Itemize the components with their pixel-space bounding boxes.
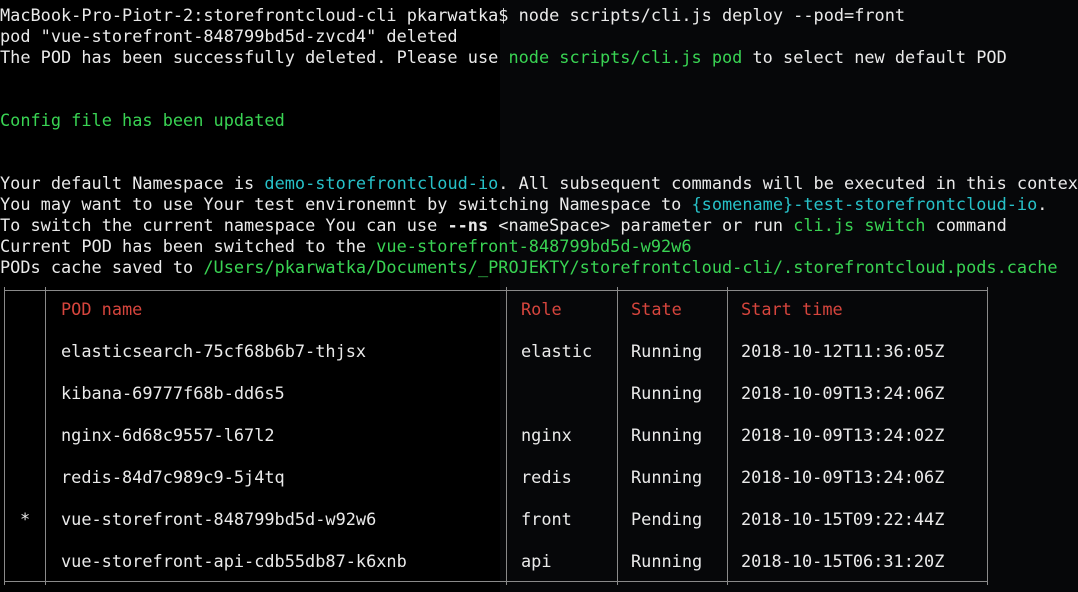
table-bottom-border xyxy=(4,581,988,582)
pod-role: redis xyxy=(521,467,572,487)
pod-deleted-message: pod "vue-storefront-848799bd5d-zvcd4" de… xyxy=(0,26,458,46)
ns-flag: --ns xyxy=(447,215,489,235)
test-env-message: You may want to use Your test environemn… xyxy=(0,194,1048,214)
table-top-border xyxy=(4,290,988,291)
header-role: Role xyxy=(521,299,562,319)
success-message: The POD has been successfully deleted. P… xyxy=(0,47,1007,67)
pod-role: api xyxy=(521,551,552,571)
table-border-role xyxy=(617,287,618,585)
namespace-message: Your default Namespace is demo-storefron… xyxy=(0,173,1078,193)
suggested-command: node scripts/cli.js pod xyxy=(508,47,743,67)
switch-howto-message: To switch the current namespace You can … xyxy=(0,215,1007,235)
pod-state: Running xyxy=(631,467,703,487)
pod-state: Running xyxy=(631,383,703,403)
config-updated-message: Config file has been updated xyxy=(0,110,285,130)
pod-switched-message: Current POD has been switched to the vue… xyxy=(0,236,692,256)
pod-start-time: 2018-10-15T06:31:20Z xyxy=(741,551,945,571)
test-namespace-value: {somename}-test-storefrontcloud-io xyxy=(691,194,1038,214)
command-line: MacBook-Pro-Piotr-2:storefrontcloud-cli … xyxy=(0,5,905,26)
header-start-time: Start time xyxy=(741,299,843,319)
pod-state: Running xyxy=(631,425,703,445)
pod-start-time: 2018-10-09T13:24:06Z xyxy=(741,383,945,403)
table-border-right xyxy=(987,287,988,585)
pod-role: front xyxy=(521,509,572,529)
header-state: State xyxy=(631,299,682,319)
pod-name: elasticsearch-75cf68b6b7-thjsx xyxy=(61,341,367,361)
pod-state: Running xyxy=(631,551,703,571)
cache-saved-message: PODs cache saved to /Users/pkarwatka/Doc… xyxy=(0,257,1058,277)
pod-name: vue-storefront-api-cdb55db87-k6xnb xyxy=(61,551,407,571)
pod-name: kibana-69777f68b-dd6s5 xyxy=(61,383,285,403)
table-border-state xyxy=(727,287,728,585)
pod-role: elastic xyxy=(521,341,593,361)
cache-path: /Users/pkarwatka/Documents/_PROJEKTY/sto… xyxy=(203,257,1058,277)
row-mark: * xyxy=(20,509,31,529)
typed-command: node scripts/cli.js deploy --pod=front xyxy=(508,5,906,25)
pod-state: Pending xyxy=(631,509,703,529)
pod-role: nginx xyxy=(521,425,572,445)
table-border-left xyxy=(4,287,5,585)
shell-prompt: MacBook-Pro-Piotr-2:storefrontcloud-cli … xyxy=(0,5,509,25)
switch-command: cli.js switch xyxy=(793,215,926,235)
namespace-value: demo-storefrontcloud-io xyxy=(264,173,499,193)
table-border-mark xyxy=(45,287,46,585)
pod-state: Running xyxy=(631,341,703,361)
pod-name: nginx-6d68c9557-l67l2 xyxy=(61,425,275,445)
header-pod-name: POD name xyxy=(61,299,143,319)
pod-start-time: 2018-10-15T09:22:44Z xyxy=(741,509,945,529)
table-border-name xyxy=(506,287,507,585)
pod-start-time: 2018-10-12T11:36:05Z xyxy=(741,341,945,361)
current-pod-value: vue-storefront-848799bd5d-w92w6 xyxy=(376,236,692,256)
pod-start-time: 2018-10-09T13:24:06Z xyxy=(741,467,945,487)
pod-name: redis-84d7c989c9-5j4tq xyxy=(61,467,285,487)
pod-start-time: 2018-10-09T13:24:02Z xyxy=(741,425,945,445)
pod-name: vue-storefront-848799bd5d-w92w6 xyxy=(61,509,377,529)
pods-table: POD name Role State Start time elasticse… xyxy=(4,287,988,585)
